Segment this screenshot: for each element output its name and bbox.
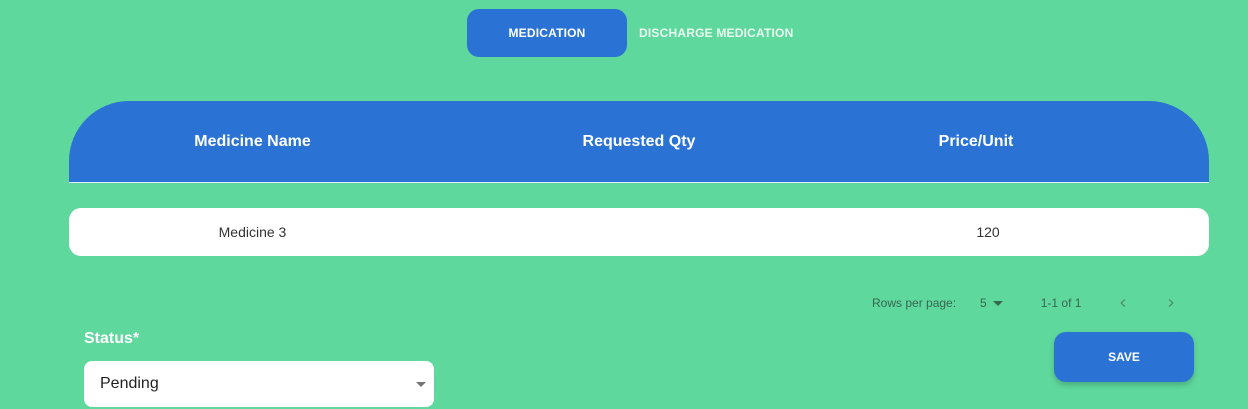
cell-price-unit: 120	[976, 224, 1000, 240]
rows-per-page-select[interactable]: 5	[980, 296, 1003, 310]
tab-medication[interactable]: MEDICATION	[467, 9, 627, 57]
table-header: Medicine Name Requested Qty Price/Unit	[69, 101, 1209, 183]
caret-down-icon	[416, 382, 426, 387]
tab-discharge-medication[interactable]: DISCHARGE MEDICATION	[627, 9, 805, 57]
column-header-medicine-name: Medicine Name	[194, 132, 311, 150]
rows-per-page-value: 5	[980, 296, 987, 310]
status-value: Pending	[100, 375, 159, 392]
column-header-requested-qty: Requested Qty	[582, 132, 696, 150]
cell-medicine-name: Medicine 3	[218, 224, 287, 240]
caret-down-icon	[992, 300, 1003, 306]
rows-per-page-label: Rows per page:	[872, 296, 957, 310]
next-page-button[interactable]	[1159, 291, 1183, 315]
chevron-right-icon	[1169, 299, 1175, 307]
status-label: Status*	[84, 330, 140, 347]
previous-page-button[interactable]	[1111, 291, 1135, 315]
pagination: Rows per page: 5 1-1 of 1	[872, 292, 1207, 314]
save-button[interactable]: SAVE	[1054, 332, 1194, 382]
tab-bar: MEDICATION DISCHARGE MEDICATION	[467, 9, 805, 57]
column-header-price-unit: Price/Unit	[938, 132, 1014, 150]
chevron-left-icon	[1120, 299, 1126, 307]
cell-requested-qty	[449, 208, 829, 256]
status-select[interactable]: Pending	[84, 361, 434, 407]
table-row[interactable]: Medicine 3 120	[69, 208, 1209, 256]
pagination-range: 1-1 of 1	[1040, 296, 1082, 310]
